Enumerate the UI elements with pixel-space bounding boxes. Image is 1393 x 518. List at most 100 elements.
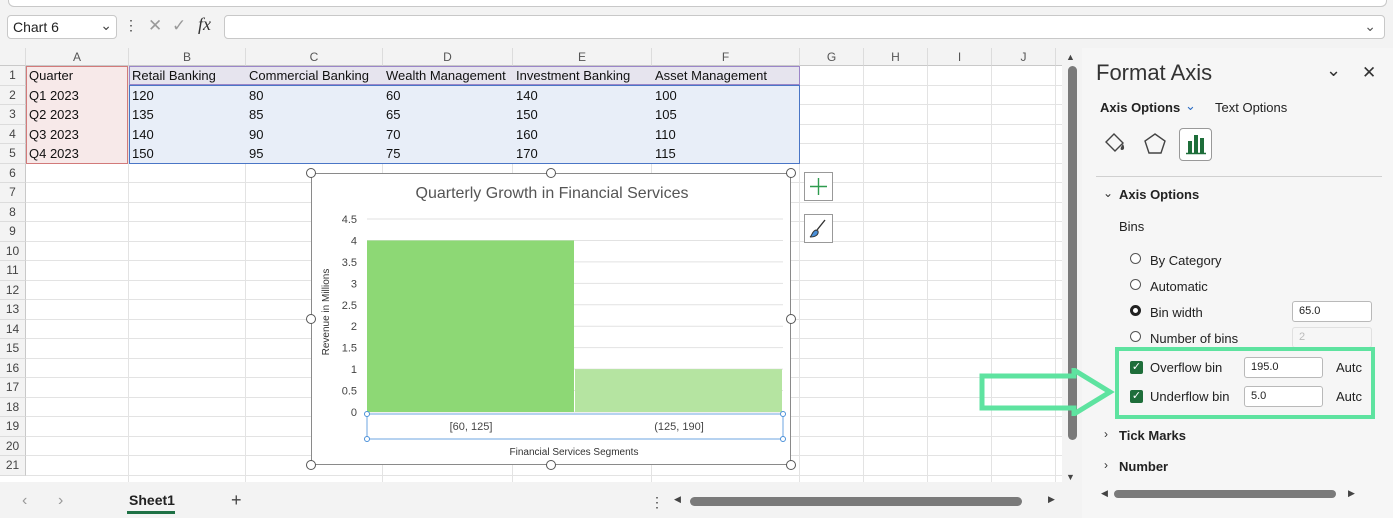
row-header[interactable]: 11 — [0, 261, 26, 281]
row-header[interactable]: 12 — [0, 280, 26, 300]
column-header[interactable]: G — [800, 48, 864, 66]
chevron-down-icon[interactable]: ⌄ — [1364, 18, 1376, 35]
chevron-right-icon[interactable]: › — [1104, 427, 1108, 441]
cell[interactable]: Investment Banking — [513, 66, 630, 85]
insert-function-icon[interactable]: fx — [198, 14, 211, 35]
x-axis-title[interactable]: Financial Services Segments — [510, 447, 639, 458]
row-header[interactable]: 3 — [0, 105, 26, 125]
by-category-label[interactable]: By Category — [1150, 253, 1222, 268]
row-header[interactable]: 7 — [0, 183, 26, 203]
axis-handle[interactable] — [364, 436, 370, 442]
enter-icon[interactable]: ✓ — [172, 16, 186, 36]
resize-handle[interactable] — [306, 460, 316, 470]
add-sheet-button[interactable]: + — [231, 490, 242, 511]
radio-automatic[interactable] — [1130, 279, 1141, 290]
row-header[interactable]: 15 — [0, 339, 26, 359]
name-box[interactable]: Chart 6 ⌄ — [7, 15, 117, 39]
cell[interactable]: 95 — [246, 144, 263, 163]
pane-scroll-thumb[interactable] — [1114, 490, 1336, 498]
cell[interactable]: 90 — [246, 125, 263, 144]
cell[interactable]: 105 — [652, 105, 677, 124]
histogram-bar[interactable] — [575, 369, 782, 412]
number-of-bins-input[interactable]: 2 — [1292, 327, 1372, 348]
chart-title[interactable]: Quarterly Growth in Financial Services — [416, 185, 689, 202]
sheet-tab[interactable]: Sheet1 — [120, 486, 184, 514]
row-header[interactable]: 13 — [0, 300, 26, 320]
cell[interactable]: Q4 2023 — [26, 144, 79, 163]
tab-axis-options[interactable]: Axis Options — [1100, 100, 1180, 115]
column-header[interactable]: B — [129, 48, 246, 66]
number-of-bins-label[interactable]: Number of bins — [1150, 331, 1238, 346]
row-header[interactable]: 4 — [0, 124, 26, 144]
cell[interactable]: 160 — [513, 125, 538, 144]
cell[interactable]: 80 — [246, 86, 263, 105]
chevron-down-icon[interactable]: ⌄ — [100, 17, 112, 34]
row-header[interactable]: 19 — [0, 417, 26, 437]
chart-styles-button[interactable] — [804, 214, 833, 243]
resize-handle[interactable] — [306, 314, 316, 324]
row-header[interactable]: 17 — [0, 378, 26, 398]
cell[interactable]: Commercial Banking — [246, 66, 369, 85]
row-header[interactable]: 8 — [0, 202, 26, 222]
cell[interactable]: 65 — [383, 105, 400, 124]
column-header[interactable]: C — [246, 48, 383, 66]
column-header[interactable]: I — [928, 48, 992, 66]
row-header[interactable]: 14 — [0, 319, 26, 339]
horizontal-scroll-thumb[interactable] — [690, 497, 1022, 506]
row-header[interactable]: 6 — [0, 163, 26, 183]
cell[interactable]: Asset Management — [652, 66, 767, 85]
column-header[interactable] — [1056, 48, 1062, 66]
cell[interactable]: 100 — [652, 86, 677, 105]
row-header[interactable]: 18 — [0, 397, 26, 417]
radio-bin-width[interactable] — [1130, 305, 1141, 316]
histogram-chart[interactable]: Quarterly Growth in Financial Services 0… — [311, 173, 791, 465]
section-number[interactable]: Number — [1119, 459, 1168, 474]
cell[interactable]: Retail Banking — [129, 66, 216, 85]
cell[interactable]: Quarter — [26, 66, 73, 85]
cell[interactable]: 150 — [129, 144, 154, 163]
cell[interactable]: Q3 2023 — [26, 125, 79, 144]
axis-handle[interactable] — [780, 411, 786, 417]
chevron-down-icon[interactable]: ⌄ — [1185, 98, 1196, 114]
scroll-down-icon[interactable]: ▼ — [1066, 472, 1075, 482]
spreadsheet-grid[interactable]: A B C D E F G H I J 1 2 3 4 5 6 7 8 9 10 11 12 13 14 1… — [0, 48, 1062, 482]
bin-width-label[interactable]: Bin width — [1150, 305, 1203, 320]
column-header[interactable]: A — [26, 48, 129, 66]
resize-handle[interactable] — [546, 460, 556, 470]
resize-handle[interactable] — [546, 168, 556, 178]
column-header[interactable]: F — [652, 48, 800, 66]
scroll-left-icon[interactable]: ◀ — [674, 494, 681, 505]
row-header[interactable]: 10 — [0, 241, 26, 261]
histogram-bar[interactable] — [367, 240, 574, 412]
cell[interactable]: 115 — [652, 144, 676, 163]
resize-handle[interactable] — [306, 168, 316, 178]
cell[interactable]: 135 — [129, 105, 154, 124]
column-header[interactable]: E — [513, 48, 652, 66]
radio-number-of-bins[interactable] — [1130, 331, 1141, 342]
column-header[interactable]: H — [864, 48, 928, 66]
pane-scroll-right-icon[interactable]: ▶ — [1348, 488, 1355, 499]
tab-text-options[interactable]: Text Options — [1215, 100, 1287, 115]
select-all-corner[interactable] — [0, 48, 26, 66]
pane-scroll-left-icon[interactable]: ◀ — [1101, 488, 1108, 499]
column-header[interactable]: J — [992, 48, 1056, 66]
more-options-icon[interactable]: ⋮ — [124, 17, 138, 34]
radio-by-category[interactable] — [1130, 253, 1141, 264]
formula-input[interactable]: ⌄ — [224, 15, 1385, 39]
cell[interactable]: Wealth Management — [383, 66, 506, 85]
scroll-right-icon[interactable]: ▶ — [1048, 494, 1055, 505]
chevron-down-icon[interactable]: ⌄ — [1103, 186, 1113, 200]
bin-width-input[interactable]: 65.0 — [1292, 301, 1372, 322]
cell[interactable]: 85 — [246, 105, 263, 124]
effects-icon[interactable] — [1140, 130, 1170, 160]
cell[interactable]: Q2 2023 — [26, 105, 79, 124]
chevron-down-icon[interactable]: ⌄ — [1326, 60, 1341, 81]
cell[interactable]: 120 — [129, 86, 154, 105]
row-header[interactable]: 5 — [0, 144, 26, 164]
section-tick-marks[interactable]: Tick Marks — [1119, 428, 1186, 443]
prev-sheet-icon[interactable]: ‹ — [22, 492, 27, 510]
row-header[interactable]: 1 — [0, 66, 26, 86]
cell[interactable]: 60 — [383, 86, 400, 105]
chevron-right-icon[interactable]: › — [1104, 458, 1108, 472]
automatic-label[interactable]: Automatic — [1150, 279, 1208, 294]
